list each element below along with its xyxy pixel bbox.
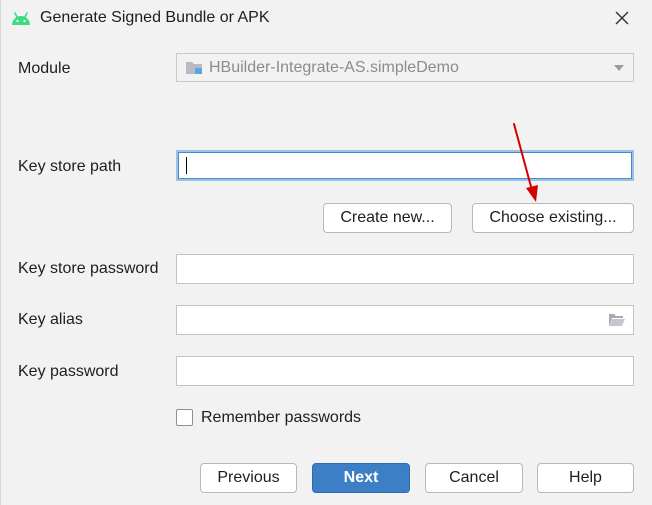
- module-folder-icon: [186, 62, 202, 74]
- key-store-path-field[interactable]: [176, 150, 634, 181]
- remember-passwords-label: Remember passwords: [201, 409, 362, 426]
- key-store-password-label: Key store password: [18, 260, 159, 277]
- next-button[interactable]: Next: [312, 463, 410, 493]
- close-icon[interactable]: [613, 9, 631, 27]
- key-password-label: Key password: [18, 363, 119, 380]
- module-label: Module: [18, 60, 71, 77]
- generate-signed-bundle-dialog: Generate Signed Bundle or APK Module HBu…: [0, 0, 652, 505]
- key-store-path-label: Key store path: [18, 158, 122, 175]
- choose-existing-button[interactable]: Choose existing...: [472, 203, 634, 233]
- module-select-value: HBuilder-Integrate-AS.simpleDemo: [209, 59, 459, 76]
- dialog-title: Generate Signed Bundle or APK: [40, 9, 270, 26]
- text-caret: [186, 157, 187, 174]
- key-store-password-field[interactable]: [176, 254, 634, 284]
- previous-button[interactable]: Previous: [200, 463, 297, 493]
- folder-open-icon[interactable]: [608, 313, 626, 327]
- chevron-down-icon: [614, 65, 624, 71]
- key-password-input[interactable]: [177, 357, 633, 385]
- key-alias-field[interactable]: [176, 305, 634, 335]
- module-select[interactable]: HBuilder-Integrate-AS.simpleDemo: [176, 53, 634, 82]
- key-store-path-input[interactable]: [178, 152, 632, 179]
- key-alias-label: Key alias: [18, 311, 83, 328]
- android-icon: [12, 12, 30, 25]
- cancel-button[interactable]: Cancel: [425, 463, 523, 493]
- help-button[interactable]: Help: [537, 463, 634, 493]
- key-password-field[interactable]: [176, 356, 634, 386]
- create-new-button[interactable]: Create new...: [323, 203, 452, 233]
- key-store-password-input[interactable]: [177, 255, 633, 283]
- title-bar: Generate Signed Bundle or APK: [1, 0, 652, 36]
- key-alias-input[interactable]: [177, 306, 633, 334]
- remember-passwords-checkbox[interactable]: [176, 409, 193, 426]
